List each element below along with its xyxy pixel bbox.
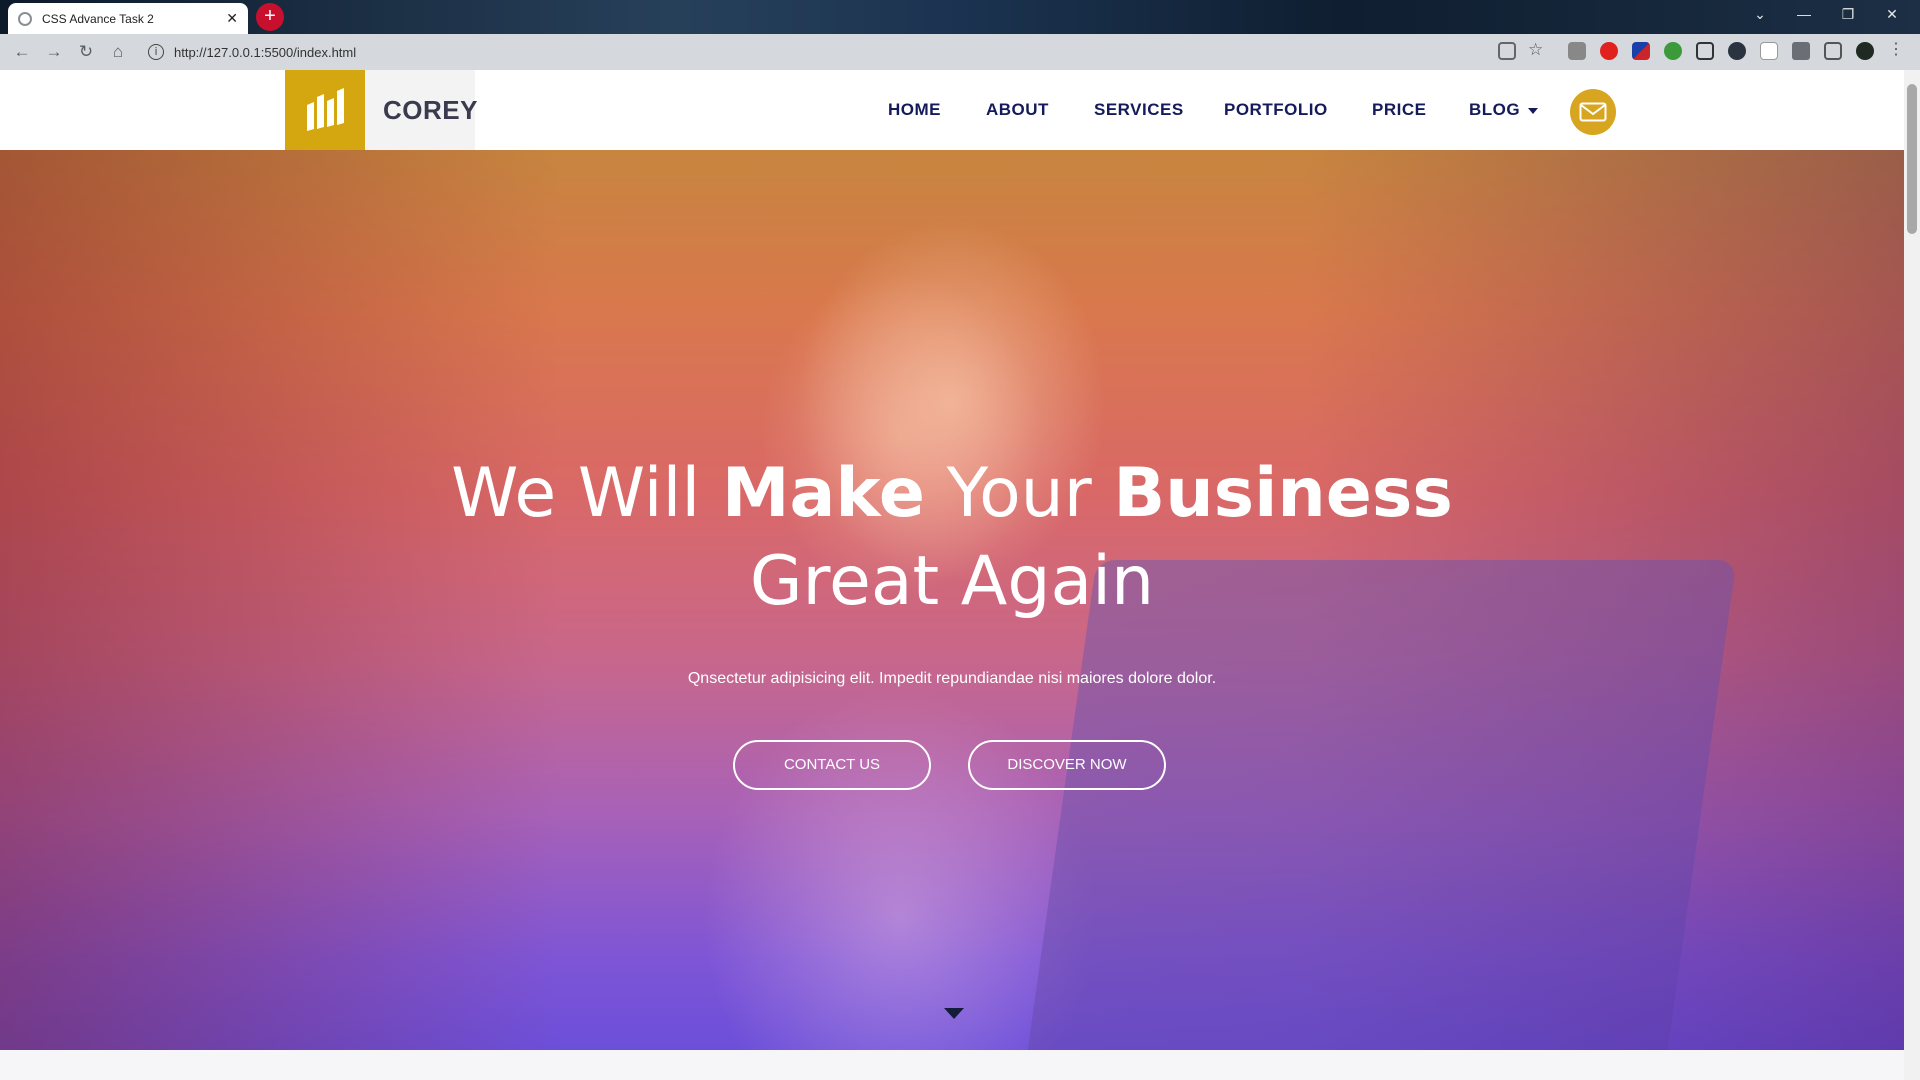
restore-button[interactable]: ❐ [1826, 0, 1870, 30]
contact-us-button[interactable]: CONTACT US [733, 740, 931, 790]
minimize-button[interactable]: — [1782, 0, 1826, 30]
logo-bars-icon [307, 88, 344, 131]
scroll-down-icon[interactable] [944, 1008, 964, 1019]
page-viewport: COREY HOME ABOUT SERVICES PORTFOLIO PRIC… [0, 70, 1904, 1080]
url-text: http://127.0.0.1:5500/index.html [174, 44, 357, 60]
nav-blog[interactable]: BLOG [1469, 70, 1539, 150]
address-bar[interactable]: i http://127.0.0.1:5500/index.html [148, 39, 1478, 65]
browser-tab[interactable]: CSS Advance Task 2 ✕ [8, 3, 248, 34]
extension-icon[interactable] [1568, 42, 1586, 60]
back-icon[interactable]: ← [6, 38, 38, 66]
nav-about[interactable]: ABOUT [986, 70, 1049, 150]
hero-section: We Will Make Your Business Great Again Q… [0, 150, 1904, 1050]
profile-avatar[interactable] [1856, 42, 1874, 60]
brand-name[interactable]: COREY [365, 70, 477, 150]
menu-icon[interactable]: ⋮ [1888, 42, 1904, 60]
new-tab-button[interactable]: + [256, 3, 284, 31]
hero-title-line2: Great Again [749, 542, 1155, 621]
nav-home[interactable]: HOME [888, 70, 941, 150]
caret-down-icon [1528, 107, 1539, 114]
scrollbar-thumb[interactable] [1907, 84, 1917, 234]
site-info-icon[interactable]: i [148, 44, 164, 60]
camera-extension-icon[interactable] [1728, 42, 1746, 60]
hero-title-line1: We Will Make Your Business [0, 450, 1904, 538]
envelope-icon [1579, 102, 1607, 122]
picture-in-picture-icon[interactable] [1696, 42, 1714, 60]
hero-subtitle: Qnsectetur adipisicing elit. Impedit rep… [687, 670, 1217, 687]
star-icon[interactable]: ☆ [1528, 41, 1546, 60]
opera-extension-icon[interactable] [1600, 42, 1618, 60]
browser-tab-bar: CSS Advance Task 2 ✕ + ⌄ — ❐ ✕ [0, 0, 1920, 34]
side-panel-icon[interactable] [1824, 42, 1842, 60]
nav-services[interactable]: SERVICES [1094, 70, 1184, 150]
reload-icon[interactable]: ↻ [70, 38, 102, 66]
page-scrollbar[interactable] [1904, 70, 1920, 1080]
hero-title: We Will Make Your Business Great Again [0, 450, 1904, 626]
globe-icon [18, 11, 32, 26]
logo-mark[interactable] [285, 70, 365, 150]
site-header: COREY HOME ABOUT SERVICES PORTFOLIO PRIC… [0, 70, 1904, 150]
mail-button[interactable] [1570, 89, 1616, 135]
home-icon[interactable]: ⌂ [102, 38, 134, 66]
flag-extension-icon[interactable] [1632, 42, 1650, 60]
bookmark-extension-icon[interactable] [1760, 42, 1778, 60]
next-section-edge [0, 1050, 1904, 1080]
hero-title-part: Your [924, 454, 1114, 533]
discover-now-button[interactable]: DISCOVER NOW [968, 740, 1166, 790]
hero-title-part: We Will [451, 454, 722, 533]
tab-title: CSS Advance Task 2 [42, 11, 154, 26]
forward-icon[interactable]: → [38, 38, 70, 66]
nav-blog-label: BLOG [1469, 100, 1521, 119]
hero-title-part: Make [721, 454, 925, 533]
share-icon[interactable] [1498, 42, 1516, 60]
nav-price[interactable]: PRICE [1372, 70, 1426, 150]
globe-extension-icon[interactable] [1664, 42, 1682, 60]
puzzle-icon[interactable] [1792, 42, 1810, 60]
tab-search-icon[interactable]: ⌄ [1738, 0, 1782, 30]
close-window-button[interactable]: ✕ [1870, 0, 1914, 30]
nav-portfolio[interactable]: PORTFOLIO [1224, 70, 1328, 150]
hero-title-part: Business [1113, 454, 1453, 533]
close-tab-icon[interactable]: ✕ [226, 10, 238, 27]
hero-photo-laptop [1023, 560, 1737, 1050]
